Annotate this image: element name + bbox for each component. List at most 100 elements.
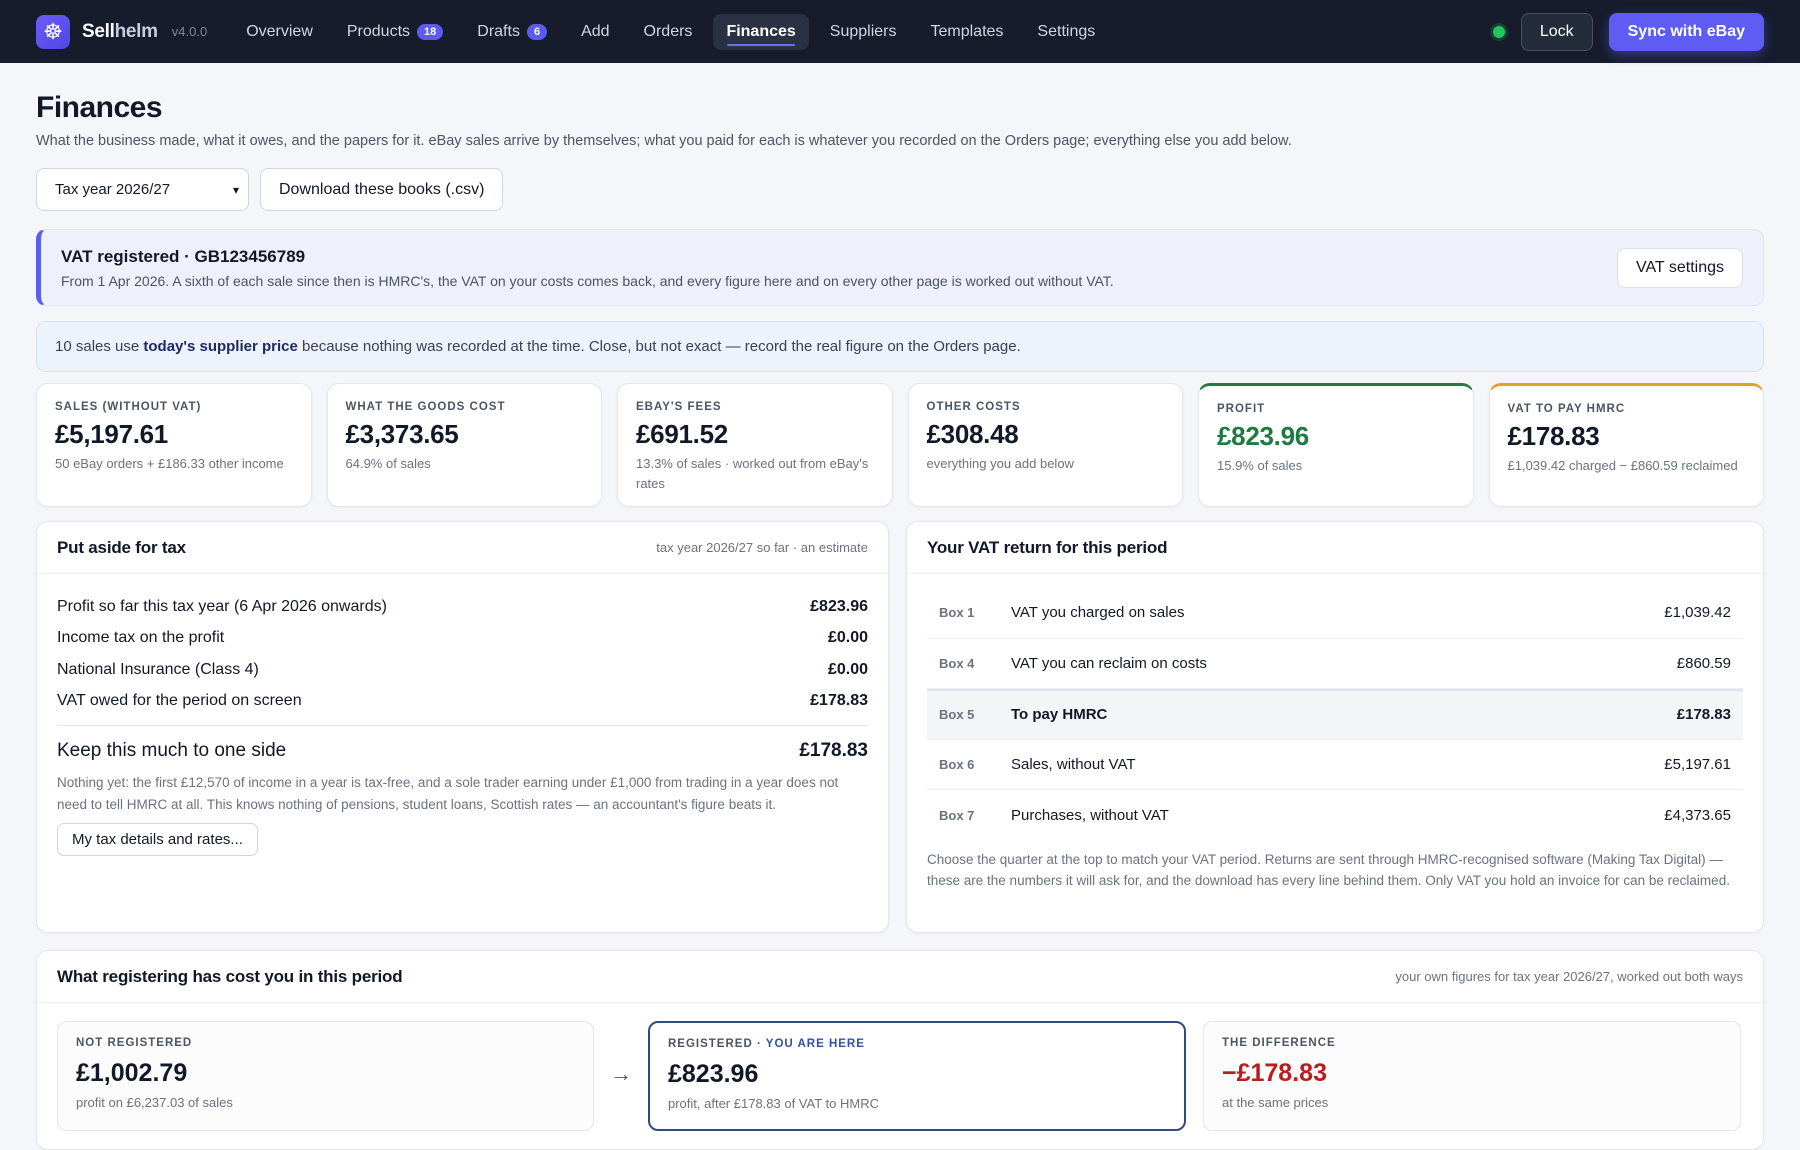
nav-overview[interactable]: Overview bbox=[233, 14, 326, 50]
card-note: your own figures for tax year 2026/27, w… bbox=[1395, 969, 1743, 984]
vat-settings-button[interactable]: VAT settings bbox=[1616, 247, 1743, 288]
period-select-value: Tax year 2026/27 bbox=[55, 181, 171, 198]
tax-row-label: VAT owed for the period on screen bbox=[57, 692, 302, 710]
vat-row-label: VAT you can reclaim on costs bbox=[1011, 654, 1207, 672]
top-actions: Lock Sync with eBay bbox=[1492, 12, 1764, 51]
count-badge: 18 bbox=[417, 23, 444, 40]
registering-cost-card: What registering has cost you in this pe… bbox=[36, 950, 1764, 1150]
you-are-here-tag: You are here bbox=[765, 1038, 865, 1050]
tax-details-button[interactable]: My tax details and rates... bbox=[57, 823, 258, 857]
nav-drafts[interactable]: Drafts 6 bbox=[464, 14, 560, 50]
vat-row: Box 1 VAT you charged on sales £1,039.42 bbox=[927, 588, 1743, 639]
vat-box-number: Box 1 bbox=[939, 605, 975, 621]
stat-sub: 50 eBay orders + £186.33 other income bbox=[55, 456, 284, 471]
keep-aside-total: Keep this much to one side £178.83 bbox=[57, 740, 868, 762]
registering-comparison: Not registered £1,002.79 profit on £6,23… bbox=[37, 1003, 1763, 1131]
stat-sub: £1,039.42 charged − £860.59 reclaimed bbox=[1507, 458, 1738, 473]
vat-return-card: Your VAT return for this period Box 1 VAT… bbox=[906, 521, 1764, 933]
nav-orders[interactable]: Orders bbox=[631, 14, 706, 50]
nav-label: Templates bbox=[930, 22, 1004, 40]
nav-settings[interactable]: Settings bbox=[1024, 14, 1108, 50]
card-title: Your VAT return for this period bbox=[927, 537, 1168, 557]
vat-box-number: Box 4 bbox=[939, 655, 975, 671]
period-select[interactable]: Tax year 2026/27 ▾ bbox=[36, 168, 249, 211]
tax-row-label: Income tax on the profit bbox=[57, 629, 225, 647]
summary-stats: Sales (without VAT) £5,197.61 50 eBay or… bbox=[36, 383, 1764, 507]
vat-row-value: £4,373.65 bbox=[1664, 806, 1731, 824]
tax-and-vat-section: Put aside for tax tax year 2026/27 so fa… bbox=[36, 521, 1764, 933]
stat-sales: Sales (without VAT) £5,197.61 50 eBay or… bbox=[36, 383, 312, 507]
vat-row-label: Sales, without VAT bbox=[1011, 755, 1136, 773]
main-nav: Overview Products 18 Drafts 6 Add Orders F… bbox=[229, 13, 1112, 50]
vat-row-label: VAT you charged on sales bbox=[1011, 604, 1185, 622]
box-value: −£178.83 bbox=[1222, 1059, 1327, 1087]
box-sub: at the same prices bbox=[1222, 1095, 1329, 1110]
vat-row: Box 4 VAT you can reclaim on costs £860.59 bbox=[927, 639, 1743, 689]
card-title: What registering has cost you in this pe… bbox=[57, 966, 403, 986]
vat-row-value: £1,039.42 bbox=[1664, 604, 1731, 622]
nav-add[interactable]: Add bbox=[568, 14, 622, 50]
stat-value: £5,197.61 bbox=[55, 419, 168, 449]
nav-label: Orders bbox=[643, 22, 693, 40]
stat-label: What the goods cost bbox=[345, 401, 506, 413]
vat-row-value: £860.59 bbox=[1676, 654, 1731, 672]
stat-goods-cost: What the goods cost £3,373.65 64.9% of s… bbox=[326, 383, 602, 507]
arrow-right-icon: → bbox=[610, 1061, 632, 1086]
stat-ebay-fees: eBay's fees £691.52 13.3% of sales · wor… bbox=[617, 383, 893, 507]
nav-label: Suppliers bbox=[829, 22, 897, 40]
card-header: Put aside for tax tax year 2026/27 so fa… bbox=[37, 522, 888, 574]
box-value: £1,002.79 bbox=[76, 1059, 188, 1087]
nav-label: Settings bbox=[1037, 22, 1096, 40]
card-header: What registering has cost you in this pe… bbox=[37, 951, 1763, 1003]
vat-banner-description: From 1 Apr 2026. A sixth of each sale si… bbox=[61, 272, 1114, 289]
tax-row: National Insurance (Class 4) £0.00 bbox=[57, 654, 868, 686]
app-brand[interactable]: Sellhelm bbox=[82, 21, 158, 43]
stat-label: VAT to pay HMRC bbox=[1507, 403, 1626, 415]
tax-row: Profit so far this tax year (6 Apr 2026 … bbox=[57, 591, 868, 623]
card-header: Your VAT return for this period bbox=[907, 522, 1763, 574]
finances-page: Finances What the business made, what it… bbox=[36, 63, 1764, 1150]
nav-label: Products bbox=[346, 22, 411, 40]
stat-sub: 15.9% of sales bbox=[1217, 458, 1303, 473]
nav-templates[interactable]: Templates bbox=[918, 14, 1017, 50]
stat-sub: everything you add below bbox=[926, 456, 1074, 471]
sync-ebay-button[interactable]: Sync with eBay bbox=[1608, 12, 1764, 51]
nav-finances[interactable]: Finances bbox=[713, 13, 809, 50]
notice-text: 10 sales use bbox=[55, 338, 144, 355]
stat-sub: 64.9% of sales bbox=[345, 456, 431, 471]
vat-row-label: To pay HMRC bbox=[1011, 706, 1108, 724]
online-status-icon bbox=[1492, 25, 1505, 38]
box-label: The difference bbox=[1222, 1037, 1336, 1049]
tax-row-label: Profit so far this tax year (6 Apr 2026 … bbox=[57, 597, 387, 615]
tax-explanation: Nothing yet: the first £12,570 of income… bbox=[57, 775, 839, 812]
page-title: Finances bbox=[36, 91, 163, 124]
stat-value: £308.48 bbox=[926, 419, 1019, 449]
put-aside-tax-card: Put aside for tax tax year 2026/27 so fa… bbox=[36, 521, 889, 933]
tax-row: Income tax on the profit £0.00 bbox=[57, 623, 868, 655]
vat-row-value: £178.83 bbox=[1676, 706, 1731, 724]
tax-body: Profit so far this tax year (6 Apr 2026 … bbox=[37, 574, 888, 857]
nav-label: Drafts bbox=[477, 22, 520, 40]
stat-profit: Profit £823.96 15.9% of sales bbox=[1198, 383, 1474, 507]
vat-return-body: Box 1 VAT you charged on sales £1,039.42 B… bbox=[907, 574, 1763, 892]
vat-box-number: Box 5 bbox=[939, 707, 975, 723]
nav-suppliers[interactable]: Suppliers bbox=[817, 14, 910, 50]
download-csv-button[interactable]: Download these books (.csv) bbox=[260, 168, 504, 211]
nav-products[interactable]: Products 18 bbox=[334, 14, 456, 50]
keep-aside-label: Keep this much to one side bbox=[57, 740, 287, 761]
vat-banner-title: VAT registered · GB123456789 bbox=[61, 246, 306, 266]
app-version: v4.0.0 bbox=[171, 24, 208, 39]
notice-text: because nothing was recorded at the time… bbox=[297, 338, 1021, 355]
keep-aside-value: £178.83 bbox=[799, 740, 868, 761]
vat-box-number: Box 7 bbox=[939, 807, 975, 823]
supplier-price-notice: 10 sales use today's supplier price beca… bbox=[36, 321, 1764, 372]
lock-button[interactable]: Lock bbox=[1520, 12, 1593, 51]
ship-wheel-icon[interactable]: ☸ bbox=[36, 14, 70, 49]
page-controls: Tax year 2026/27 ▾ Download these books … bbox=[36, 168, 1764, 211]
tax-row: VAT owed for the period on screen £178.83 bbox=[57, 686, 868, 718]
top-navigation-bar: ☸ Sellhelm v4.0.0 Overview Products 18 Dr… bbox=[0, 0, 1800, 63]
tax-row-value: £823.96 bbox=[810, 597, 868, 615]
vat-return-note: Choose the quarter at the top to match y… bbox=[927, 851, 1730, 889]
stat-sub: 13.3% of sales · worked out from eBay's … bbox=[636, 456, 869, 491]
stat-value: £178.83 bbox=[1507, 421, 1600, 451]
